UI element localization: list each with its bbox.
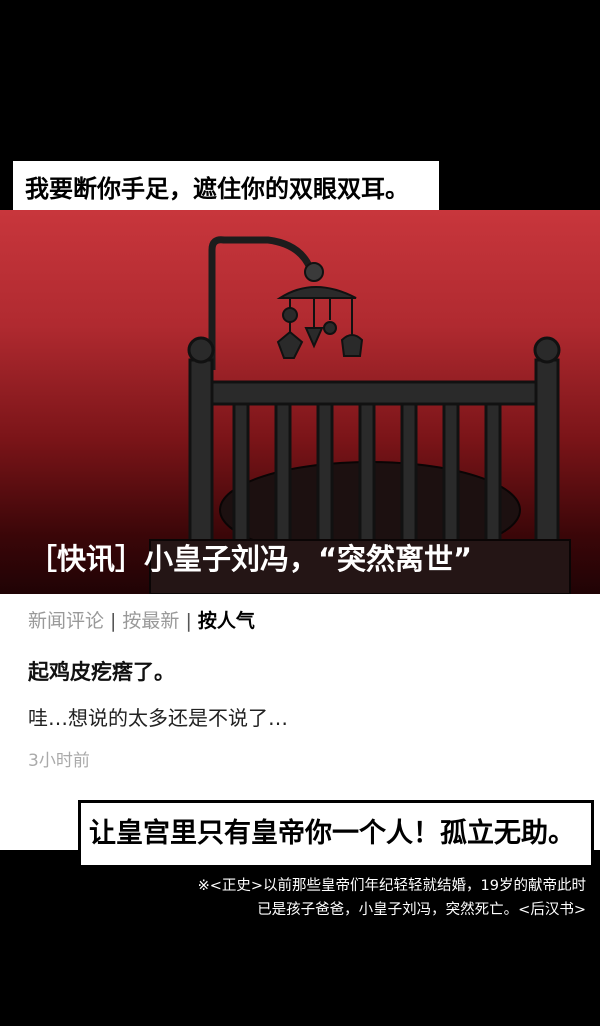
footnote-line-1: ※<正史>以前那些皇帝们年纪轻轻就结婚，19岁的献帝此时: [197, 878, 586, 894]
mobile-canopy: [276, 286, 357, 299]
tab-popular[interactable]: 按人气: [198, 610, 255, 632]
footnote: ※<正史>以前那些皇帝们年纪轻轻就结婚，19岁的献帝此时 已是孩子爸爸，小皇子刘…: [106, 874, 586, 922]
news-headline: ［快讯］小皇子刘冯，“突然离世”: [28, 542, 473, 576]
tab-separator: |: [185, 610, 192, 632]
tab-news-comments[interactable]: 新闻评论: [28, 610, 104, 632]
crib-rail: [210, 380, 538, 406]
caption-bottom: 让皇宫里只有皇帝你一个人！孤立无助。: [78, 800, 594, 868]
comment-timestamp: 3小时前: [28, 751, 90, 771]
sort-tabs: 新闻评论 | 按最新 | 按人气: [28, 606, 255, 633]
tab-separator: |: [110, 610, 117, 632]
tab-latest[interactable]: 按最新: [122, 610, 179, 632]
footnote-line-2: 已是孩子爸爸，小皇子刘冯，突然死亡。<后汉书>: [257, 902, 586, 918]
comment-title: 起鸡皮疙瘩了。: [28, 660, 175, 684]
comment-body: 哇…想说的太多还是不说了…: [28, 706, 288, 730]
